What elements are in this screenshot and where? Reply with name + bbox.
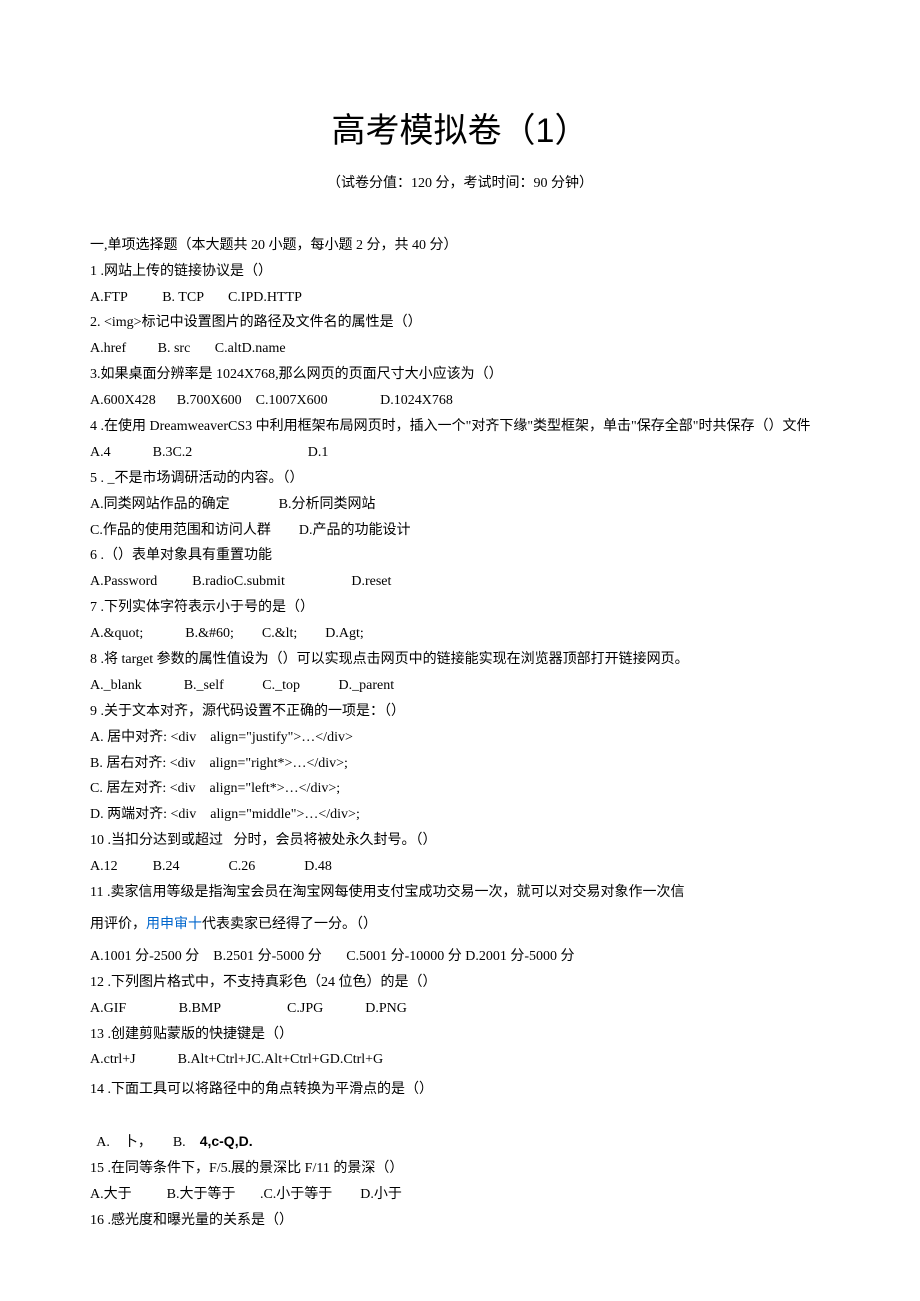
- q5-options-2: C.作品的使用范围和访问人群 D.产品的功能设计: [90, 518, 830, 544]
- q10-text: 10 .当扣分达到或超过 分时，会员将被处永久封号。（）: [90, 828, 830, 854]
- q2-text: 2. <img>标记中设置图片的路径及文件名的属性是（）: [90, 310, 830, 336]
- q1-options: A.FTP B. TCP C.IPD.HTTP: [90, 285, 830, 311]
- q14-options: A. 卜， B. 4,c-Q,D.: [90, 1103, 830, 1156]
- q10-options: A.12 B.24 C.26 D.48: [90, 854, 830, 880]
- q15-text: 15 .在同等条件下，F/5.展的景深比 F/11 的景深（）: [90, 1156, 830, 1182]
- q14-opt-a: A. 卜， B.: [96, 1135, 199, 1150]
- q1-text: 1 .网站上传的链接协议是（）: [90, 259, 830, 285]
- q9-option-a: A. 居中对齐: <div align="justify">…</div>: [90, 725, 830, 751]
- q9-option-b: B. 居右对齐: <div align="right*>…</div>;: [90, 751, 830, 777]
- q4-options: A.4 B.3C.2 D.1: [90, 440, 830, 466]
- q7-text: 7 .下列实体字符表示小于号的是（）: [90, 595, 830, 621]
- q3-options: A.600X428 B.700X600 C.1007X600 D.1024X76…: [90, 388, 830, 414]
- q9-text: 9 .关于文本对齐，源代码设置不正确的一项是：（）: [90, 699, 830, 725]
- q9-option-d: D. 两端对齐: <div align="middle">…</div>;: [90, 802, 830, 828]
- section-header: 一,单项选择题（本大题共 20 小题，每小题 2 分，共 40 分）: [90, 233, 830, 259]
- q13-options: A.ctrl+J B.Alt+Ctrl+JC.Alt+Ctrl+GD.Ctrl+…: [90, 1047, 830, 1073]
- q6-text: 6 .（）表单对象具有重置功能: [90, 543, 830, 569]
- doc-title: 高考模拟卷（1）: [90, 100, 830, 163]
- q11-text-cont: 用评价，用申审十代表卖家已经得了一分。（）: [90, 912, 830, 938]
- q5-text: 5 . _不是市场调研活动的内容。（）: [90, 466, 830, 492]
- q11-options: A.1001 分-2500 分 B.2501 分-5000 分 C.5001 分…: [90, 944, 830, 970]
- doc-subtitle: （试卷分值：120 分，考试时间：90 分钟）: [90, 171, 830, 197]
- q16-text: 16 .感光度和曝光量的关系是（）: [90, 1208, 830, 1234]
- q8-options: A._blank B._self C._top D._parent: [90, 673, 830, 699]
- q11-pre: 用评价，: [90, 917, 146, 932]
- q12-text: 12 .下列图片格式中，不支持真彩色（24 位色）的是（）: [90, 970, 830, 996]
- q14-text: 14 .下面工具可以将路径中的角点转换为平滑点的是（）: [90, 1077, 830, 1103]
- q11-text: 11 .卖家信用等级是指淘宝会员在淘宝网每使用支付宝成功交易一次，就可以对交易对…: [90, 880, 830, 906]
- q13-text: 13 .创建剪贴蒙版的快捷键是（）: [90, 1022, 830, 1048]
- q6-options: A.Password B.radioC.submit D.reset: [90, 569, 830, 595]
- q11-post: 代表卖家已经得了一分。（）: [202, 917, 377, 932]
- q12-options: A.GIF B.BMP C.JPG D.PNG: [90, 996, 830, 1022]
- q2-options: A.href B. src C.altD.name: [90, 336, 830, 362]
- q4-text: 4 .在使用 DreamweaverCS3 中利用框架布局网页时，插入一个"对齐…: [90, 414, 830, 440]
- q15-options: A.大于 B.大于等于 .C.小于等于 D.小于: [90, 1182, 830, 1208]
- q11-link[interactable]: 用申审十: [146, 917, 202, 932]
- q7-options: A.&quot; B.&#60; C.&lt; D.Agt;: [90, 621, 830, 647]
- q9-option-c: C. 居左对齐: <div align="left*>…</div>;: [90, 776, 830, 802]
- q3-text: 3.如果桌面分辨率是 1024X768,那么网页的页面尺寸大小应该为（）: [90, 362, 830, 388]
- q8-text: 8 .将 target 参数的属性值设为（）可以实现点击网页中的链接能实现在浏览…: [90, 647, 830, 673]
- q14-opt-b: 4,c-Q,D.: [200, 1133, 253, 1149]
- q5-options-1: A.同类网站作品的确定 B.分析同类网站: [90, 492, 830, 518]
